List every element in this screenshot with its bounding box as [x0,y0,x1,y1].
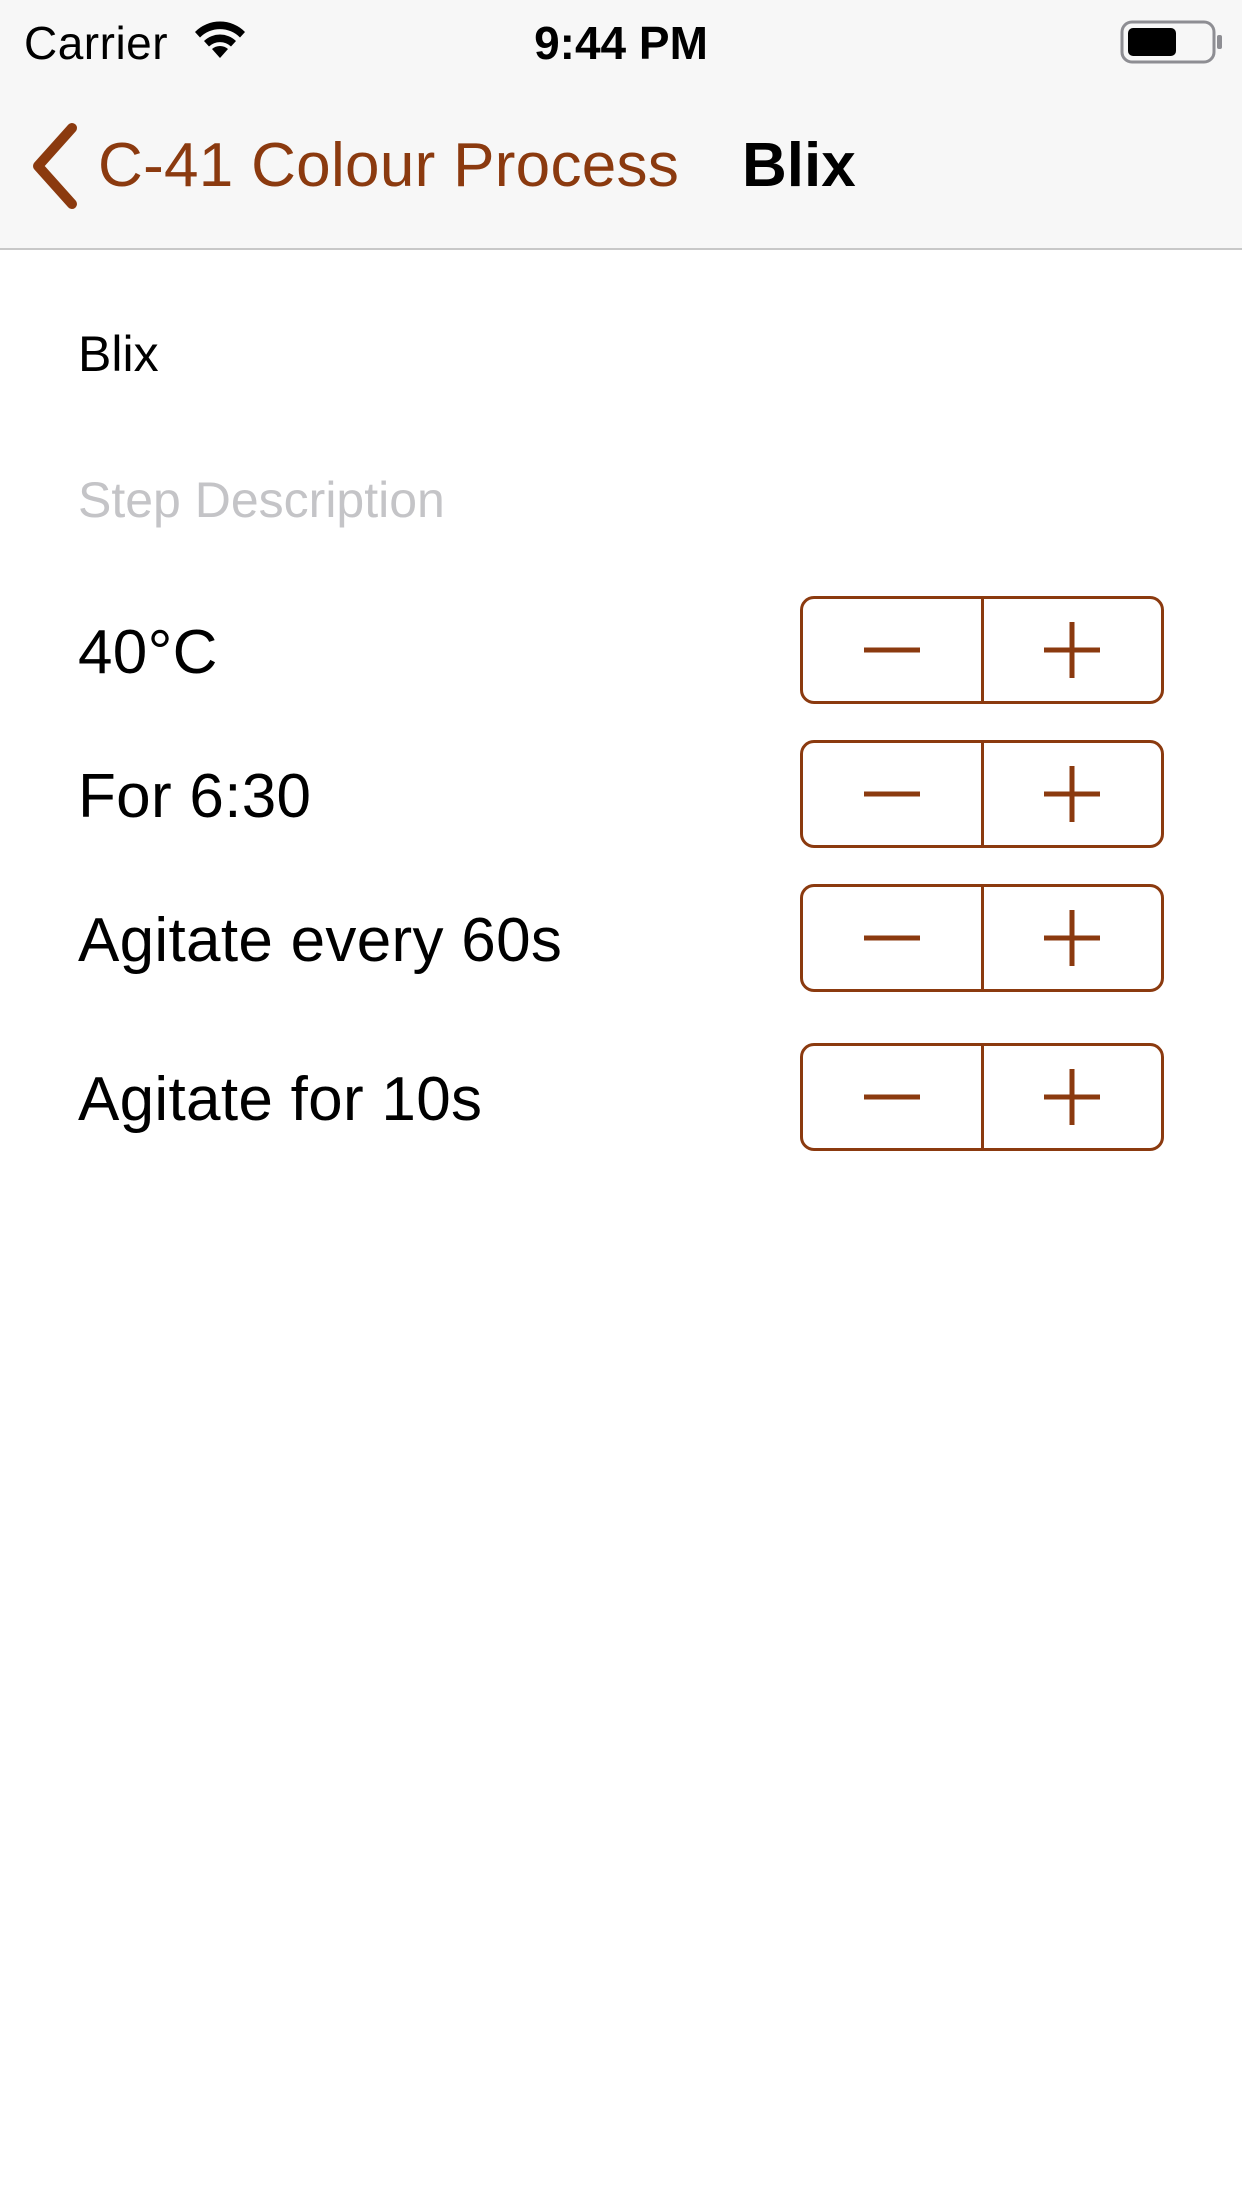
temperature-row: 40°C [0,596,1242,708]
back-button-label: C-41 Colour Process [98,131,680,200]
temperature-decrement-button[interactable] [803,599,981,701]
agitation-interval-decrement-button[interactable] [803,887,981,989]
step-description-input[interactable] [78,468,1078,532]
duration-row: For 6:30 [0,740,1242,852]
agitation-duration-increment-button[interactable] [984,1046,1162,1148]
agitation-interval-row: Agitate every 60s [0,884,1242,996]
top-chrome: Carrier 9:44 PM C-41 Colour Process Blix [0,0,1242,250]
status-bar: Carrier 9:44 PM [0,0,1242,86]
agitation-interval-increment-button[interactable] [984,887,1162,989]
duration-stepper [800,740,1164,848]
temperature-increment-button[interactable] [984,599,1162,701]
status-time: 9:44 PM [534,17,708,69]
minus-icon [863,647,920,653]
chevron-left-icon [33,123,77,209]
duration-label: For 6:30 [78,761,312,831]
agitation-duration-stepper [800,1043,1164,1151]
back-button[interactable]: C-41 Colour Process [28,116,679,216]
plus-icon [1044,1069,1101,1125]
agitation-duration-decrement-button[interactable] [803,1046,981,1148]
agitation-interval-stepper [800,884,1164,992]
duration-decrement-button[interactable] [803,743,981,845]
temperature-stepper [800,596,1164,704]
battery-level-fill [1128,28,1176,56]
plus-icon [1044,766,1101,822]
minus-icon [863,1094,920,1100]
step-name-field[interactable]: Blix [78,322,1078,386]
temperature-label: 40°C [78,617,218,687]
plus-icon [1044,622,1101,678]
minus-icon [863,791,920,797]
page-title: Blix [742,131,856,200]
agitation-duration-label: Agitate for 10s [78,1064,483,1134]
agitation-interval-label: Agitate every 60s [78,905,563,975]
agitation-duration-row: Agitate for 10s [0,1043,1242,1155]
battery-icon [1120,20,1222,64]
plus-icon [1044,910,1101,966]
duration-increment-button[interactable] [984,743,1162,845]
minus-icon [863,935,920,941]
navigation-bar: C-41 Colour Process Blix [0,86,1242,250]
